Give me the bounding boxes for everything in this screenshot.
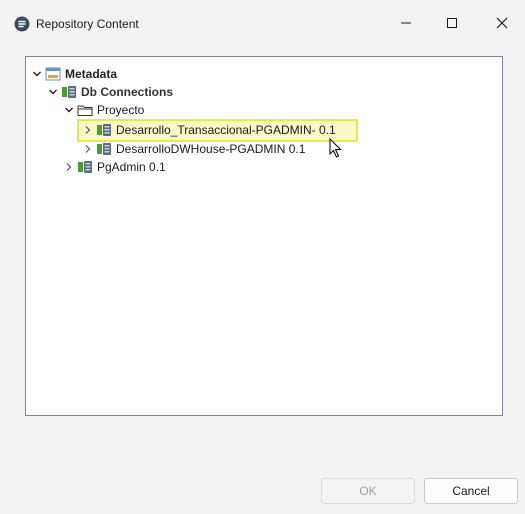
- tree-label: Metadata: [65, 67, 118, 81]
- repository-content-dialog: Repository Content Metadata Db Connectio…: [0, 0, 525, 514]
- db-connections-icon: [61, 84, 77, 100]
- tree-item-pgadmin[interactable]: PgAdmin 0.1: [64, 159, 166, 175]
- chevron-right-icon[interactable]: [83, 125, 93, 135]
- tree-label: PgAdmin 0.1: [97, 160, 166, 174]
- tree-item-db-connections[interactable]: Db Connections: [48, 84, 173, 100]
- tree-item-metadata[interactable]: Metadata: [32, 66, 117, 82]
- tree-item-desarrollo-dwhouse[interactable]: DesarrolloDWHouse-PGADMIN 0.1: [83, 141, 305, 157]
- mouse-cursor-icon: [329, 137, 345, 160]
- chevron-down-icon[interactable]: [32, 69, 42, 79]
- close-button[interactable]: [479, 0, 525, 46]
- tree-label: Proyecto: [97, 103, 145, 117]
- chevron-down-icon[interactable]: [64, 105, 74, 115]
- metadata-folder-icon: [45, 66, 61, 82]
- tree-label: Desarrollo_Transaccional-PGADMIN- 0.1: [116, 123, 336, 137]
- window-title: Repository Content: [36, 17, 139, 31]
- title-bar: Repository Content: [0, 0, 525, 46]
- chevron-right-icon[interactable]: [64, 162, 74, 172]
- chevron-down-icon[interactable]: [48, 87, 58, 97]
- minimize-button[interactable]: [383, 0, 429, 46]
- tree-label: Db Connections: [81, 85, 173, 99]
- db-connection-icon: [96, 122, 112, 138]
- db-connection-icon: [96, 141, 112, 157]
- db-connection-icon: [77, 159, 93, 175]
- maximize-button[interactable]: [429, 0, 475, 46]
- ok-button[interactable]: OK: [321, 478, 415, 504]
- tree-label: DesarrolloDWHouse-PGADMIN 0.1: [116, 142, 306, 156]
- tree-item-desarrollo-transaccional[interactable]: Desarrollo_Transaccional-PGADMIN- 0.1: [83, 122, 336, 138]
- chevron-right-icon[interactable]: [83, 144, 93, 154]
- app-icon: [14, 16, 30, 32]
- tree-item-proyecto[interactable]: Proyecto: [64, 102, 144, 118]
- folder-open-icon: [77, 102, 93, 118]
- cancel-button[interactable]: Cancel: [424, 478, 518, 504]
